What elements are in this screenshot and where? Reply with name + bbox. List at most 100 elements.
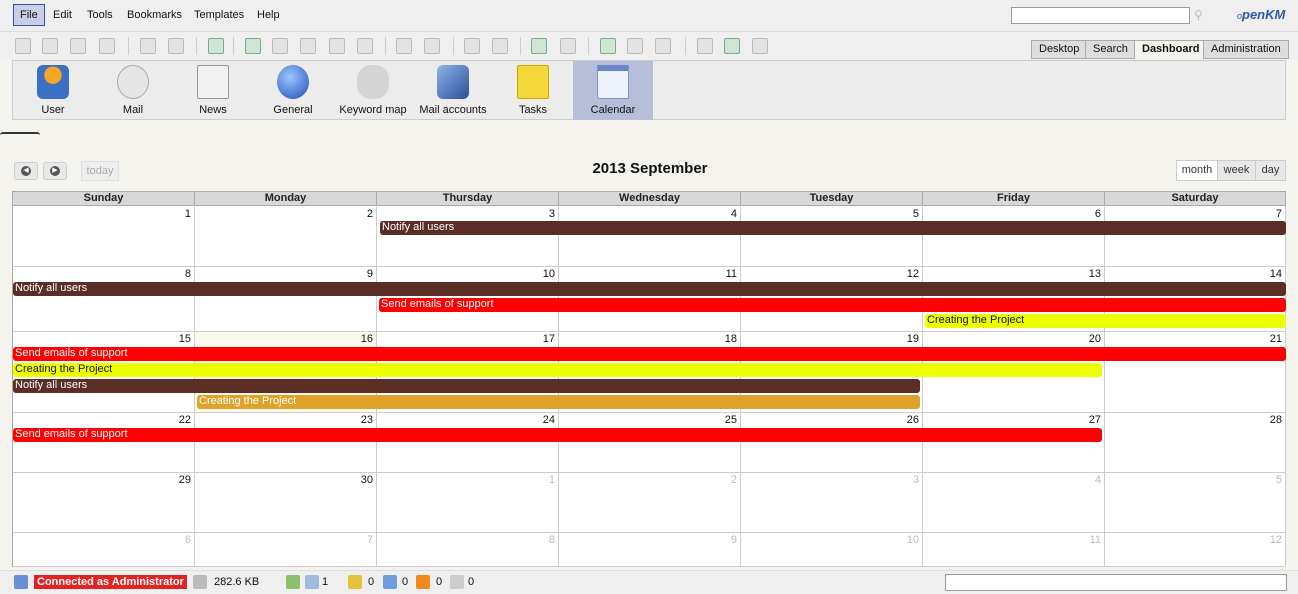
day-cell[interactable]: 30 xyxy=(195,473,377,533)
chat-icon[interactable] xyxy=(305,575,319,589)
dashboard-news[interactable]: News xyxy=(173,61,253,120)
user-status-icon[interactable] xyxy=(286,575,300,589)
day-cell[interactable]: 5 xyxy=(741,207,923,267)
day-cell[interactable]: 1 xyxy=(13,207,195,267)
menu-edit[interactable]: Edit xyxy=(46,4,79,26)
day-cell[interactable]: 11 xyxy=(923,533,1105,567)
calendar-event[interactable]: Notify all users xyxy=(380,221,1286,235)
view-day-button[interactable]: day xyxy=(1255,160,1286,181)
calendar-event[interactable]: Send emails of support xyxy=(379,298,1286,312)
day-cell[interactable]: 24 xyxy=(377,413,559,473)
alarm-clock-icon[interactable] xyxy=(724,38,740,54)
lock-icon[interactable] xyxy=(140,38,156,54)
subscriptions-icon[interactable] xyxy=(450,575,464,589)
prev-month-button[interactable]: ◀ xyxy=(14,162,38,180)
dashboard-tasks[interactable]: Tasks xyxy=(493,61,573,120)
scanner-icon[interactable] xyxy=(600,38,616,54)
delete-icon[interactable] xyxy=(357,38,373,54)
status-message-field[interactable] xyxy=(945,574,1287,591)
dashboard-keyword-map[interactable]: Keyword map xyxy=(333,61,413,120)
dashboard-mail[interactable]: Mail xyxy=(93,61,173,120)
day-cell[interactable]: 23 xyxy=(195,413,377,473)
tree-icon[interactable] xyxy=(15,38,31,54)
uploader-icon[interactable] xyxy=(627,38,643,54)
day-number: 5 xyxy=(1275,474,1282,486)
new-mail-icon[interactable] xyxy=(416,575,430,589)
day-cell[interactable]: 10 xyxy=(741,533,923,567)
menu-tools[interactable]: Tools xyxy=(80,4,120,26)
remove-property-icon[interactable] xyxy=(424,38,440,54)
tab-search[interactable]: Search xyxy=(1085,40,1136,59)
day-cell[interactable]: 3 xyxy=(741,473,923,533)
day-cell[interactable]: 8 xyxy=(13,267,195,332)
add-document-icon[interactable] xyxy=(42,38,58,54)
day-cell[interactable]: 2 xyxy=(559,473,741,533)
day-cell[interactable]: 4 xyxy=(923,473,1105,533)
back-icon[interactable] xyxy=(697,38,713,54)
checkin-icon[interactable] xyxy=(300,38,316,54)
calendar-event[interactable]: Notify all users xyxy=(13,379,920,393)
day-cell[interactable]: 9 xyxy=(559,533,741,567)
tab-desktop[interactable]: Desktop xyxy=(1031,40,1088,59)
split-icon[interactable] xyxy=(655,38,671,54)
view-week-button[interactable]: week xyxy=(1217,160,1256,181)
day-cell[interactable]: 2 xyxy=(195,207,377,267)
day-cell[interactable]: 5 xyxy=(1105,473,1286,533)
pdf-icon[interactable] xyxy=(70,38,86,54)
search-input[interactable] xyxy=(1011,7,1190,24)
tab-administration[interactable]: Administration xyxy=(1203,40,1289,59)
day-number: 3 xyxy=(548,208,555,220)
day-cell[interactable]: 7 xyxy=(1105,207,1286,267)
checkout-documents-icon[interactable] xyxy=(383,575,397,589)
tab-dashboard[interactable]: Dashboard xyxy=(1134,40,1208,59)
menu-file[interactable]: File xyxy=(13,4,45,26)
calendar-event[interactable]: Creating the Project xyxy=(13,363,1102,377)
day-cell[interactable]: 9 xyxy=(195,267,377,332)
dashboard-mail-accounts[interactable]: Mail accounts xyxy=(413,61,493,120)
day-cell[interactable]: 29 xyxy=(13,473,195,533)
day-cell[interactable]: 21 xyxy=(1105,332,1286,413)
calendar-event[interactable]: Creating the Project xyxy=(197,395,920,409)
calendar-event[interactable]: Creating the Project xyxy=(925,314,1286,328)
menu-bookmarks[interactable]: Bookmarks xyxy=(120,4,189,26)
add-file-icon[interactable] xyxy=(245,38,261,54)
day-cell[interactable]: 3 xyxy=(377,207,559,267)
print-icon[interactable] xyxy=(99,38,115,54)
day-cell[interactable]: 4 xyxy=(559,207,741,267)
day-cell[interactable]: 7 xyxy=(195,533,377,567)
cancel-checkout-icon[interactable] xyxy=(329,38,345,54)
next-month-button[interactable]: ▶ xyxy=(43,162,67,180)
day-cell[interactable]: 25 xyxy=(559,413,741,473)
locked-documents-icon[interactable] xyxy=(348,575,362,589)
home-icon[interactable] xyxy=(560,38,576,54)
forward-icon[interactable] xyxy=(752,38,768,54)
menu-help[interactable]: Help xyxy=(250,4,287,26)
refresh-icon[interactable] xyxy=(531,38,547,54)
calendar-event[interactable]: Notify all users xyxy=(13,282,1286,296)
search-icon[interactable]: ⚲ xyxy=(1194,8,1208,22)
day-cell[interactable]: 22 xyxy=(13,413,195,473)
unsubscribe-icon[interactable] xyxy=(492,38,508,54)
subscribe-icon[interactable] xyxy=(464,38,480,54)
day-cell[interactable]: 12 xyxy=(1105,533,1286,567)
splitter-handle[interactable] xyxy=(0,132,40,135)
day-cell[interactable]: 6 xyxy=(13,533,195,567)
day-cell[interactable]: 8 xyxy=(377,533,559,567)
calendar-event[interactable]: Send emails of support xyxy=(13,428,1102,442)
day-cell[interactable]: 26 xyxy=(741,413,923,473)
dashboard-user[interactable]: User xyxy=(13,61,93,120)
day-cell[interactable]: 6 xyxy=(923,207,1105,267)
menu-templates[interactable]: Templates xyxy=(187,4,251,26)
today-button[interactable]: today xyxy=(81,161,119,181)
calendar-event[interactable]: Send emails of support xyxy=(13,347,1286,361)
view-month-button[interactable]: month xyxy=(1176,160,1218,181)
dashboard-calendar[interactable]: Calendar xyxy=(573,61,653,120)
edit-document-icon[interactable] xyxy=(272,38,288,54)
day-cell[interactable]: 1 xyxy=(377,473,559,533)
day-cell[interactable]: 27 xyxy=(923,413,1105,473)
new-folder-icon[interactable] xyxy=(208,38,224,54)
unlock-icon[interactable] xyxy=(168,38,184,54)
day-cell[interactable]: 28 xyxy=(1105,413,1286,473)
dashboard-general[interactable]: General xyxy=(253,61,333,120)
add-property-icon[interactable] xyxy=(396,38,412,54)
